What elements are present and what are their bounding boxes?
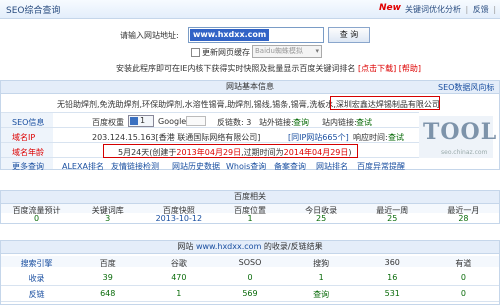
response-label: 响应时间: bbox=[353, 133, 388, 142]
more-link-rank[interactable]: 网站排名 bbox=[316, 161, 348, 172]
index-value-cell[interactable]: 531 bbox=[357, 289, 428, 298]
index-value-cell[interactable]: 1 bbox=[286, 273, 357, 282]
index-value-cell[interactable]: 查询 bbox=[286, 289, 357, 300]
domain-age-label: 域名年龄 bbox=[12, 148, 44, 157]
ie-tip: 安装此程序即可在IE内核下获得实时快照及批量显示百度关键词排名 [点击下载] [… bbox=[116, 64, 422, 73]
ip-label: 域名IP bbox=[12, 133, 36, 142]
outlinks-query-link[interactable]: 查询 bbox=[293, 117, 309, 128]
new-badge: New bbox=[379, 3, 401, 13]
index-value-cell[interactable]: 569 bbox=[214, 289, 285, 298]
page-title: SEO综合查询 bbox=[6, 6, 61, 16]
index-section-title: 网站 www.hxdxx.com 的收录/反链结果 bbox=[1, 241, 499, 254]
baidu-value-cell: 28 bbox=[458, 214, 469, 223]
baidu-weight-label: 百度权重 bbox=[92, 118, 124, 127]
index-header-cell: 搜狗 bbox=[313, 259, 330, 268]
index-value-cell[interactable]: 0 bbox=[214, 273, 285, 282]
baidu-value-cell: 1 bbox=[247, 214, 253, 223]
seo-flow-link[interactable]: SEO数据风向标 bbox=[438, 82, 494, 93]
index-header-cell: 百度 bbox=[99, 259, 116, 268]
seo-info-label: SEO信息 bbox=[12, 118, 45, 127]
index-header-cell: SOSO bbox=[238, 258, 262, 267]
tool-logo: TOOL seo.chinaz.com bbox=[419, 116, 496, 158]
update-cache-label: 更新网页缓存 bbox=[202, 48, 250, 57]
baidu-value-cell: 25 bbox=[316, 214, 327, 223]
more-link-history[interactable]: 网站历史数据 bbox=[172, 161, 220, 172]
more-link-whois[interactable]: Whois查询 bbox=[226, 161, 266, 172]
download-link[interactable]: [点击下载] bbox=[358, 64, 396, 73]
index-value-cell[interactable]: 648 bbox=[72, 289, 143, 298]
more-queries-label: 更多查询 bbox=[12, 162, 44, 171]
google-pr-bar bbox=[186, 116, 206, 126]
index-value-cell[interactable]: 470 bbox=[143, 273, 214, 282]
same-ip-link[interactable]: [同IP网站665个] bbox=[288, 132, 349, 143]
index-row-label: 反链 bbox=[28, 290, 45, 299]
backlinks-label: 反链数: 3 bbox=[217, 118, 252, 127]
index-header-cell: 360 bbox=[384, 258, 400, 267]
basic-info-title: 网站基本信息 bbox=[1, 81, 499, 94]
response-query-link[interactable]: 查试 bbox=[388, 132, 404, 143]
outlinks-label: 站外链接: bbox=[259, 118, 294, 127]
update-cache-checkbox[interactable] bbox=[191, 48, 200, 57]
url-input[interactable]: www.hxdxx.com bbox=[188, 27, 324, 43]
index-header-cell: 谷歌 bbox=[170, 259, 187, 268]
paw-icon bbox=[130, 117, 138, 125]
baidu-value-cell: 2013-10-12 bbox=[155, 214, 203, 223]
chevron-down-icon: ▾ bbox=[315, 47, 319, 55]
engine-select[interactable]: Baidu蜘蛛模拟 ▾ bbox=[252, 45, 322, 58]
baidu-section-title: 百度相关 bbox=[1, 191, 499, 204]
index-value-cell[interactable]: 39 bbox=[72, 273, 143, 282]
google-label: Google bbox=[158, 117, 187, 126]
more-link-alexa[interactable]: ALEXA排名 bbox=[62, 161, 104, 172]
ip-value: 203.124.15.163[香港 联通国际网络有限公司] bbox=[92, 133, 261, 142]
more-link-icp[interactable]: 备案查询 bbox=[274, 161, 306, 172]
index-header-cell: 搜索引擎 bbox=[20, 259, 53, 268]
search-button[interactable]: 查 询 bbox=[328, 27, 370, 43]
more-link-baidu-alert[interactable]: 百度异常提醒 bbox=[357, 161, 405, 172]
index-header-cell: 有道 bbox=[455, 259, 472, 268]
index-row-label: 收录 bbox=[28, 274, 45, 283]
url-label: 请输入网站地址: bbox=[120, 31, 179, 40]
url-value: www.hxdxx.com bbox=[190, 29, 270, 41]
baidu-value-cell: 0 bbox=[34, 214, 40, 223]
keyword-analysis-link[interactable]: 关键词优化分析 bbox=[405, 5, 461, 14]
baidu-weight-badge: 1 bbox=[128, 115, 154, 127]
inlinks-query-link[interactable]: 查试 bbox=[356, 117, 372, 128]
baidu-value-cell: 25 bbox=[387, 214, 398, 223]
domain-age-highlight bbox=[103, 144, 358, 158]
index-value-cell[interactable]: 0 bbox=[428, 289, 499, 298]
feedback-link[interactable]: 反馈 bbox=[473, 5, 489, 14]
index-value-cell[interactable]: 16 bbox=[357, 273, 428, 282]
inlinks-label: 站内链接: bbox=[322, 118, 357, 127]
company-highlight bbox=[330, 96, 440, 110]
baidu-value-cell: 3 bbox=[105, 214, 111, 223]
index-value-cell[interactable]: 0 bbox=[428, 273, 499, 282]
header-bar: SEO综合查询 New 关键词优化分析 | 反馈 | 关闭 bbox=[0, 0, 500, 19]
more-link-friendlinks[interactable]: 友情链接检测 bbox=[111, 161, 159, 172]
help-link[interactable]: [帮助] bbox=[399, 64, 421, 73]
index-value-cell[interactable]: 1 bbox=[143, 289, 214, 298]
